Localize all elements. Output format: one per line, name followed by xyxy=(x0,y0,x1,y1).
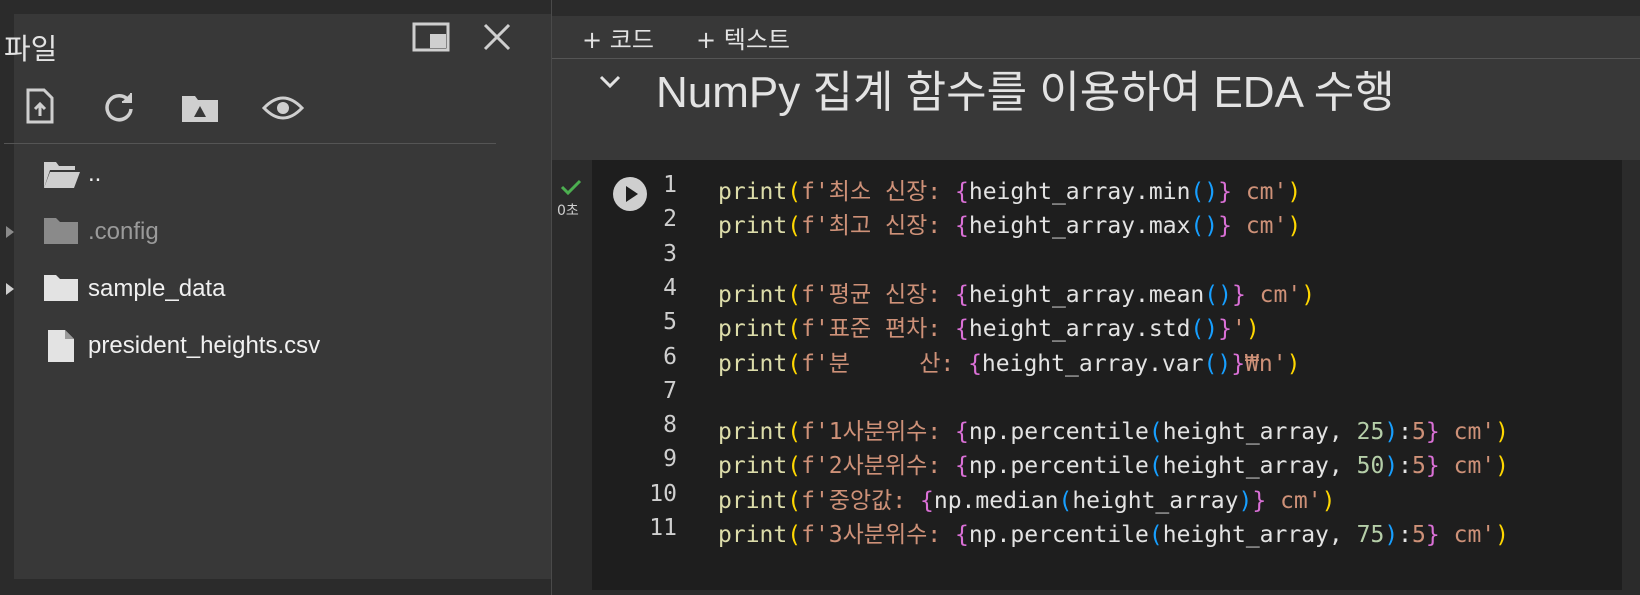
folder-icon xyxy=(42,273,80,303)
expand-arrow-icon[interactable] xyxy=(4,224,16,240)
sidebar-title: 파일 xyxy=(4,32,58,66)
notebook-toolbar: + 코드 + 텍스트 xyxy=(552,16,1640,60)
folder-icon xyxy=(42,216,80,246)
tree-item-parent[interactable]: .. xyxy=(0,146,540,204)
add-text-button[interactable]: + 텍스트 xyxy=(696,20,790,55)
check-icon xyxy=(560,178,582,196)
tree-label-csv: president_heights.csv xyxy=(88,332,321,359)
tree-item-config[interactable]: .config xyxy=(0,204,540,262)
file-sidebar: 파일 .. .config sample_data president_heig… xyxy=(0,0,552,595)
tree-item-csv[interactable]: president_heights.csv xyxy=(0,318,540,376)
close-icon[interactable] xyxy=(482,22,512,52)
eye-icon[interactable] xyxy=(261,94,305,122)
execution-time: 0초 xyxy=(557,203,579,219)
upload-file-icon[interactable] xyxy=(24,88,56,124)
sidebar-divider xyxy=(4,143,496,144)
refresh-icon[interactable] xyxy=(102,90,136,124)
tree-label-parent: .. xyxy=(88,160,102,187)
cell-gutter xyxy=(552,160,592,595)
tree-label-sample-data: sample_data xyxy=(88,275,226,302)
window-icon[interactable] xyxy=(412,22,450,52)
code-cell[interactable] xyxy=(592,160,1622,590)
google-drive-icon[interactable] xyxy=(180,92,220,124)
tree-label-config: .config xyxy=(88,218,159,245)
run-cell-button[interactable] xyxy=(612,176,648,212)
main-top-band xyxy=(552,0,1640,16)
chevron-down-icon[interactable] xyxy=(598,72,622,92)
section-heading: NumPy 집계 함수를 이용하여 EDA 수행 xyxy=(656,68,1395,117)
expand-arrow-icon[interactable] xyxy=(4,281,16,297)
add-code-button[interactable]: + 코드 xyxy=(582,20,654,55)
file-icon xyxy=(46,328,76,364)
tree-item-sample-data[interactable]: sample_data xyxy=(0,261,540,319)
folder-open-icon xyxy=(42,158,82,190)
